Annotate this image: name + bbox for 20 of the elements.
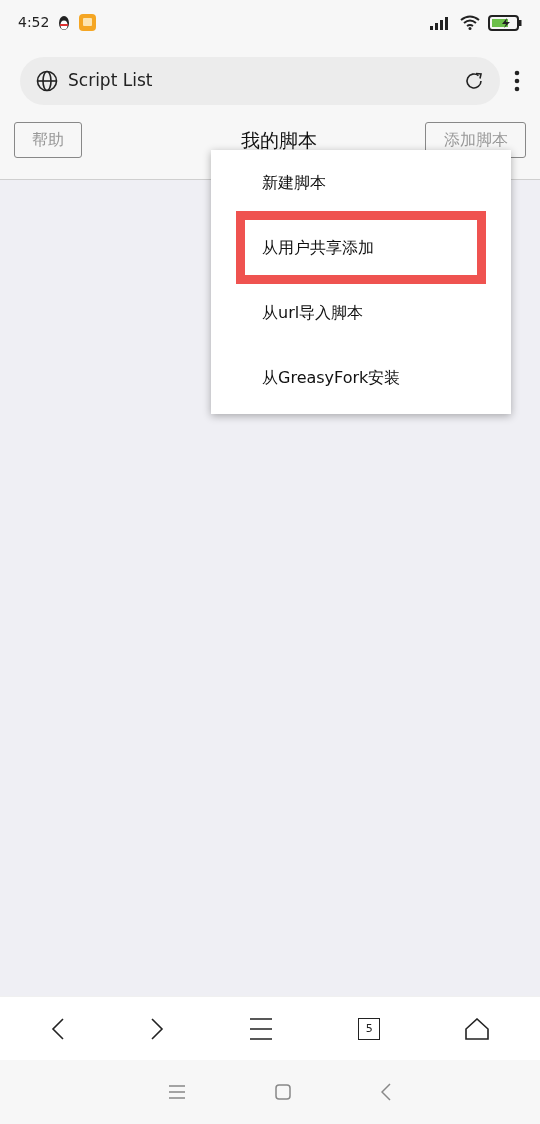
menu-item[interactable]: 新建脚本	[236, 162, 486, 203]
app-icon	[79, 14, 97, 31]
menu-item[interactable]: 从用户共享添加	[236, 211, 486, 284]
menu-icon[interactable]	[248, 1016, 273, 1041]
home-icon[interactable]	[465, 1017, 490, 1040]
tabs-button[interactable]: 5	[358, 1017, 381, 1040]
battery-icon	[488, 14, 522, 31]
more-icon[interactable]	[514, 70, 520, 92]
back-icon[interactable]	[50, 1016, 65, 1041]
penguin-icon	[57, 14, 72, 31]
address-bar[interactable]: Script List	[20, 57, 500, 105]
reload-icon[interactable]	[464, 71, 484, 91]
menu-item[interactable]: 从url导入脚本	[236, 292, 486, 333]
globe-icon	[36, 70, 58, 92]
status-time: 4:52	[18, 13, 50, 32]
page-heading: 我的脚本	[240, 127, 317, 153]
forward-icon[interactable]	[149, 1016, 164, 1041]
page-title: Script List	[68, 69, 154, 93]
menu-item[interactable]: 从GreasyFork安装	[236, 357, 486, 398]
wifi-icon	[460, 15, 480, 30]
